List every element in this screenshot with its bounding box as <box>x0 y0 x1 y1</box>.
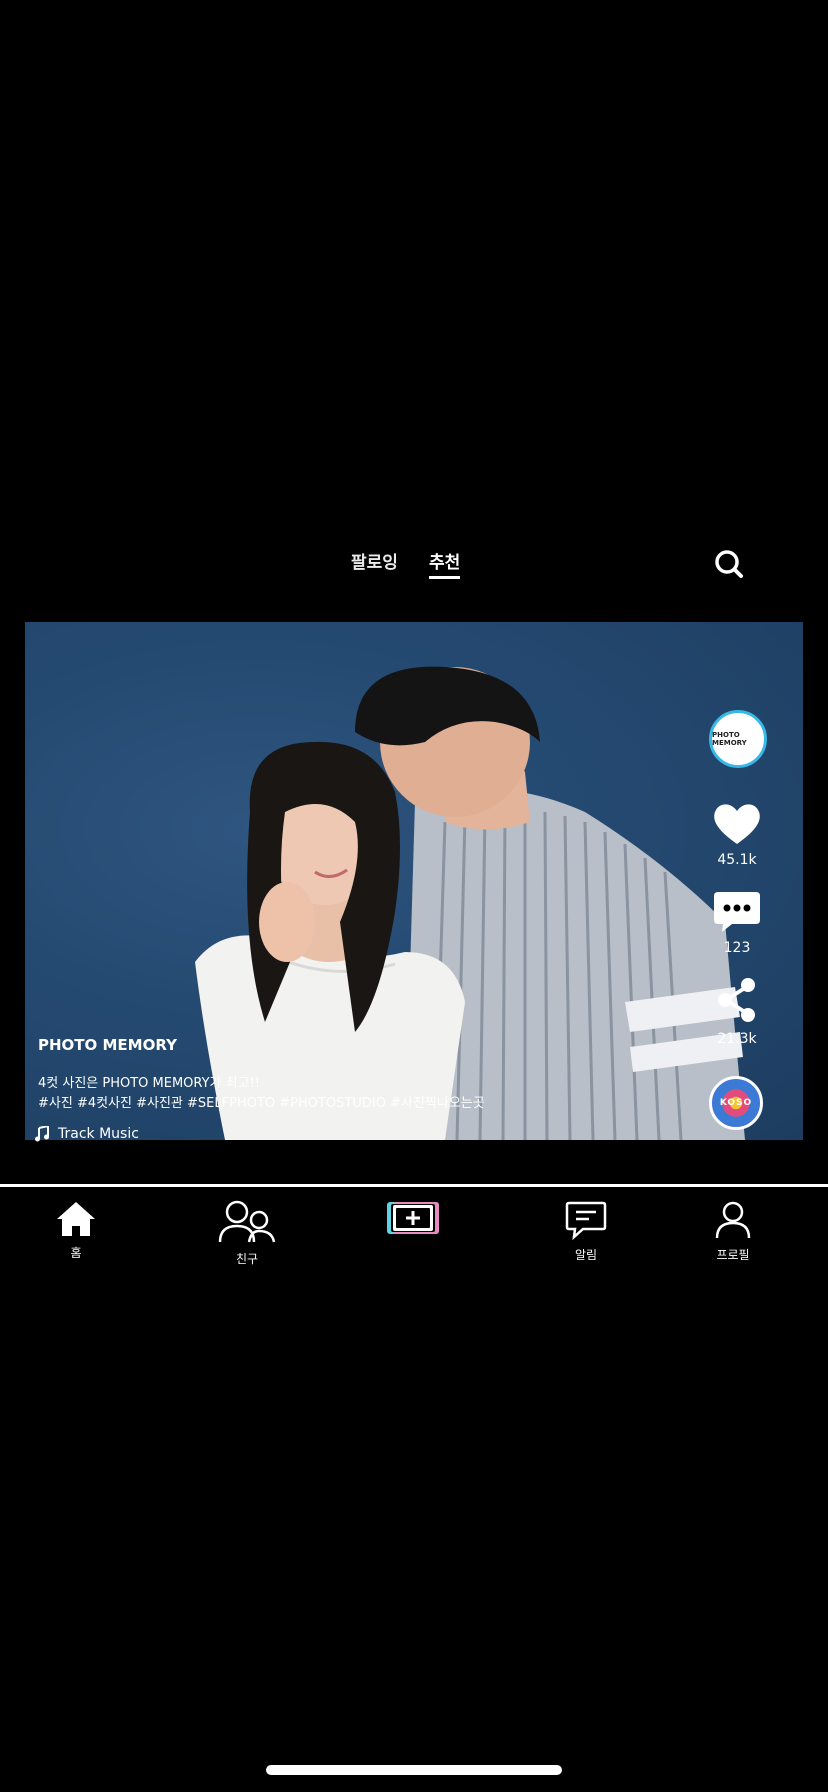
notifications-icon <box>565 1201 607 1241</box>
music-disc[interactable]: KOSO <box>709 1076 763 1130</box>
share-count: 21.3k <box>717 1031 757 1047</box>
nav-friends-label: 친구 <box>235 1252 259 1266</box>
nav-create[interactable] <box>373 1200 453 1240</box>
comment-count: 123 <box>723 940 751 956</box>
nav-notifications-label: 알림 <box>574 1248 598 1262</box>
search-button[interactable] <box>712 547 746 581</box>
search-icon <box>715 550 743 578</box>
nav-profile-label: 프로필 <box>716 1248 750 1262</box>
caption-text: 4컷 사진은 PHOTO MEMORY가 최고!! <box>38 1076 260 1091</box>
video-player[interactable] <box>25 622 803 1140</box>
feed-tabs: 팔로잉 추천 <box>0 548 828 588</box>
comment-button[interactable]: 123 <box>707 890 767 956</box>
like-button[interactable]: 45.1k <box>707 800 767 868</box>
music-title: Track Music <box>58 1126 139 1142</box>
nav-notifications[interactable]: 알림 <box>546 1200 626 1263</box>
create-plus-icon <box>387 1202 439 1234</box>
tab-following[interactable]: 팔로잉 <box>351 548 398 579</box>
caption-hashtags[interactable]: #사진 #4컷사진 #사진관 #SELFPHOTO #PHOTOSTUDIO #… <box>38 1094 558 1114</box>
tab-recommended[interactable]: 추천 <box>429 548 461 579</box>
video-author[interactable]: PHOTO MEMORY <box>38 1036 177 1054</box>
bottom-nav: 홈 친구 알림 프로필 <box>0 1200 828 1270</box>
music-note-icon <box>35 1126 49 1142</box>
home-icon <box>57 1202 95 1236</box>
share-icon <box>718 978 755 1022</box>
music-track[interactable]: Track Music <box>34 1126 139 1142</box>
heart-icon <box>714 804 760 844</box>
avatar-logo-text: PHOTO MEMORY <box>712 731 747 747</box>
nav-profile[interactable]: 프로필 <box>693 1200 773 1263</box>
home-indicator[interactable] <box>266 1765 562 1775</box>
nav-home-label: 홈 <box>70 1246 82 1260</box>
nav-divider <box>0 1184 828 1187</box>
disc-logo-text: KOSO <box>719 1098 753 1108</box>
app-screen: 팔로잉 추천 PHOTO MEMORY 4컷 사진은 PHOTO MEMORY가… <box>0 0 828 1792</box>
share-button[interactable]: 21.3k <box>707 975 767 1047</box>
nav-friends[interactable]: 친구 <box>207 1200 287 1267</box>
friends-icon <box>218 1200 276 1243</box>
like-count: 45.1k <box>717 852 757 868</box>
video-caption: 4컷 사진은 PHOTO MEMORY가 최고!! #사진 #4컷사진 #사진관… <box>38 1074 558 1114</box>
profile-icon <box>715 1201 751 1239</box>
author-avatar[interactable]: PHOTO MEMORY <box>709 710 767 768</box>
video-frame-image <box>195 666 745 1140</box>
nav-home[interactable]: 홈 <box>36 1200 116 1261</box>
comment-icon <box>714 892 760 932</box>
